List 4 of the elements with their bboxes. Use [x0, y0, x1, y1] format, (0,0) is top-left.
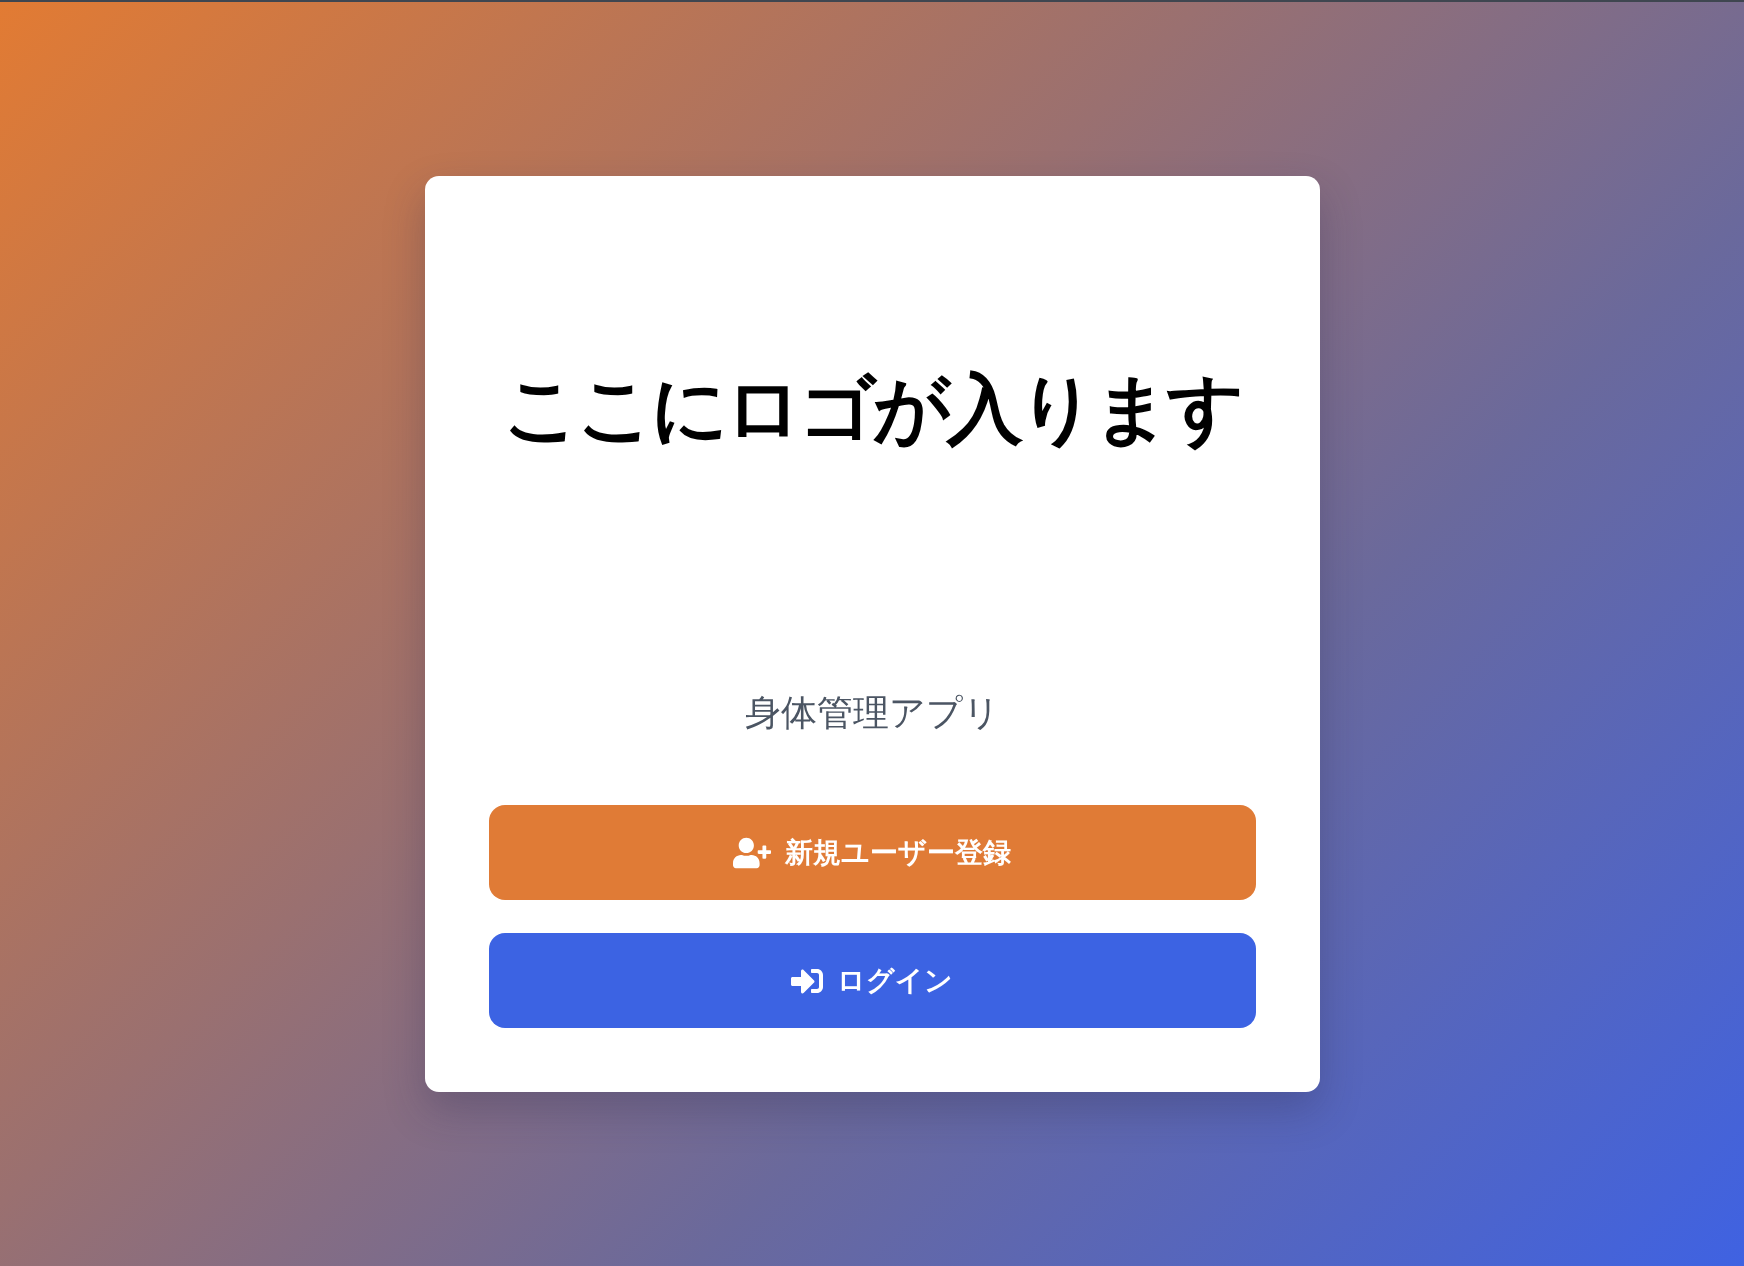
- register-button[interactable]: 新規ユーザー登録: [488, 805, 1256, 900]
- login-button[interactable]: ログイン: [488, 933, 1256, 1028]
- logo-placeholder-text: ここにロゴが入ります: [503, 362, 1241, 455]
- app-subtitle: 身体管理アプリ: [744, 691, 1000, 735]
